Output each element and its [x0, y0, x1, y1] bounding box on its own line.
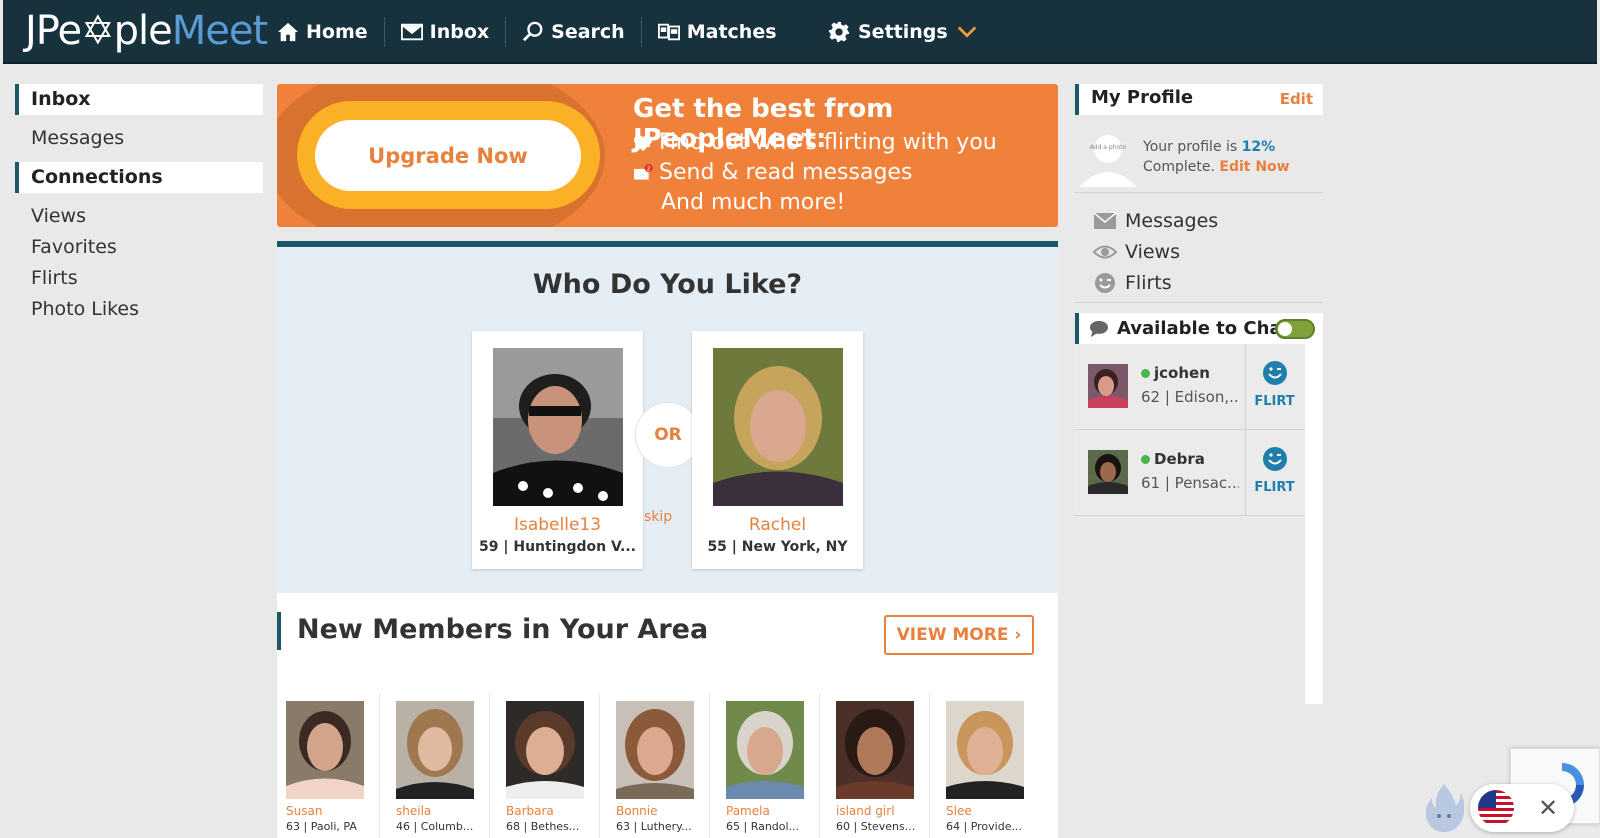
upgrade-now-button[interactable]: Upgrade Now	[315, 120, 581, 191]
user-avatar	[1088, 450, 1128, 494]
top-nav-bar: JPe✡pleMeet Home Inbox Search Matches Se…	[3, 0, 1597, 64]
member-photo	[506, 701, 584, 799]
eye-icon	[1093, 245, 1117, 258]
member-card[interactable]: sheila 46 | Columb...	[387, 693, 490, 838]
online-status-dot	[1141, 368, 1150, 378]
nav-matches[interactable]: Matches	[642, 17, 793, 47]
chat-bubble-icon	[1090, 320, 1108, 337]
flame-icon[interactable]	[1424, 782, 1464, 832]
nav-settings[interactable]: Settings	[828, 0, 978, 64]
profile-links: Messages Views Flirts	[1075, 193, 1323, 303]
matches-icon	[657, 23, 680, 41]
who-do-you-like-panel: Who Do You Like? Isabelle13 59 | Hunting…	[277, 241, 1058, 593]
nav-inbox[interactable]: Inbox	[385, 17, 507, 47]
flirt-button[interactable]: FLIRT	[1245, 430, 1303, 516]
close-icon[interactable]: ✕	[1538, 794, 1558, 822]
search-icon	[523, 21, 543, 42]
chevron-down-icon	[957, 26, 976, 38]
banner-feature-flirting: Find out who's flirting with you	[633, 130, 997, 155]
svg-text:Add a photo: Add a photo	[1090, 144, 1127, 151]
sidebar-inbox-header[interactable]: Inbox	[15, 84, 263, 115]
available-to-chat-header: Available to Chat	[1075, 313, 1323, 344]
chevron-right-icon: ›	[1014, 625, 1022, 645]
main-nav: Home Inbox Search Matches	[261, 0, 793, 64]
add-photo-avatar[interactable]: Add a photo	[1075, 129, 1141, 187]
profile-photo	[713, 348, 843, 506]
sidebar-connections-header[interactable]: Connections	[15, 162, 263, 193]
site-logo[interactable]: JPe✡pleMeet	[25, 8, 268, 54]
svg-text:2: 2	[647, 164, 651, 172]
match-meta-left: 59 | Huntingdon V...	[479, 539, 636, 555]
sidebar-item-views[interactable]: Views	[15, 201, 263, 232]
profile-link-flirts[interactable]: Flirts	[1075, 267, 1323, 298]
sidebar-item-favorites[interactable]: Favorites	[15, 232, 263, 263]
member-photo	[946, 701, 1024, 799]
envelope-badge-icon: 2	[634, 163, 653, 180]
language-selector[interactable]: ✕	[1470, 784, 1574, 832]
member-card[interactable]: island girl 60 | Stevens...	[827, 693, 930, 838]
user-avatar	[1088, 364, 1128, 408]
envelope-icon	[1093, 211, 1117, 229]
new-members-panel: New Members in Your Area VIEW MORE › Sus…	[277, 593, 1058, 838]
edit-now-link[interactable]: Edit Now	[1219, 159, 1289, 175]
match-card-right[interactable]: Rachel 55 | New York, NY	[692, 331, 863, 569]
match-card-left[interactable]: Isabelle13 59 | Huntingdon V...	[472, 331, 643, 569]
chat-availability-toggle[interactable]	[1275, 319, 1315, 339]
member-photo	[616, 701, 694, 799]
right-sidebar: My Profile Edit Add a photo Your profile…	[1075, 84, 1323, 704]
chat-user-row[interactable]: jcohen 62 | Edison,... FLIRT	[1075, 344, 1305, 430]
profile-link-messages[interactable]: Messages	[1075, 205, 1323, 236]
new-members-title: New Members in Your Area	[277, 612, 708, 650]
us-flag-icon	[1478, 790, 1514, 826]
profile-photo	[493, 348, 623, 506]
skip-link[interactable]: skip	[644, 509, 672, 525]
sidebar-item-photo-likes[interactable]: Photo Likes	[15, 294, 263, 325]
member-photo	[836, 701, 914, 799]
member-photo	[396, 701, 474, 799]
wink-face-icon	[1263, 447, 1287, 471]
profile-link-views[interactable]: Views	[1075, 236, 1323, 267]
upgrade-banner: Upgrade Now Get the best from JPeopleMee…	[277, 84, 1058, 227]
view-more-button[interactable]: VIEW MORE ›	[884, 615, 1034, 655]
member-card[interactable]: Pamela 65 | Randol...	[717, 693, 820, 838]
nav-home[interactable]: Home	[261, 17, 385, 47]
sidebar-item-flirts[interactable]: Flirts	[15, 263, 263, 294]
heart-icon	[633, 134, 653, 151]
nav-search[interactable]: Search	[506, 17, 642, 47]
match-meta-right: 55 | New York, NY	[707, 539, 848, 555]
banner-feature-more: And much more!	[661, 190, 846, 215]
member-card[interactable]: Slee 64 | Provide...	[937, 693, 1040, 838]
match-name-left[interactable]: Isabelle13	[472, 515, 643, 535]
member-card[interactable]: Barbara 68 | Bethes...	[497, 693, 600, 838]
chat-user-list: jcohen 62 | Edison,... FLIRT Debra 61 | …	[1075, 344, 1323, 704]
banner-feature-messages: 2 Send & read messages	[633, 160, 912, 185]
flirt-button[interactable]: FLIRT	[1245, 344, 1303, 430]
member-card[interactable]: Susan 63 | Paoli, PA	[277, 693, 380, 838]
home-icon	[277, 22, 299, 42]
gear-icon	[828, 21, 850, 43]
member-card[interactable]: Bonnie 63 | Luthery...	[607, 693, 710, 838]
chat-user-row[interactable]: Debra 61 | Pensac... FLIRT	[1075, 430, 1305, 516]
match-name-right[interactable]: Rachel	[692, 515, 863, 535]
member-photo	[726, 701, 804, 799]
wink-face-icon	[1095, 272, 1115, 293]
who-do-you-like-title: Who Do You Like?	[532, 269, 803, 300]
wink-face-icon	[1263, 361, 1287, 385]
edit-profile-link[interactable]: Edit	[1280, 90, 1313, 108]
star-of-david-icon: ✡	[81, 8, 115, 54]
left-sidebar: Inbox Messages Connections Views Favorit…	[15, 84, 263, 325]
online-status-dot	[1141, 454, 1150, 464]
envelope-icon	[400, 23, 423, 41]
my-profile-header: My Profile Edit	[1075, 84, 1323, 115]
sidebar-item-messages[interactable]: Messages	[15, 123, 263, 154]
member-photo	[286, 701, 364, 799]
profile-completion: Add a photo Your profile is 12% Complete…	[1075, 115, 1323, 193]
